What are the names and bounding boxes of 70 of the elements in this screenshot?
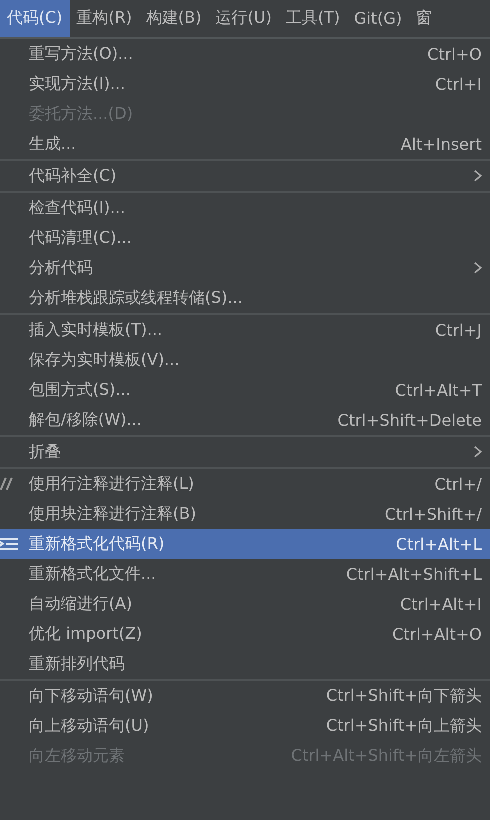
menu-item[interactable]: 向上移动语句(U) Ctrl+Shift+向上箭头 bbox=[0, 711, 490, 741]
comment-slashes-icon bbox=[0, 477, 16, 491]
shortcut-text: Ctrl+Shift+向上箭头 bbox=[326, 716, 482, 736]
menu-bar-item[interactable]: Git(G) bbox=[347, 0, 410, 37]
menu-item-label: 重新格式化代码(R) bbox=[29, 534, 166, 554]
shortcut-text: Ctrl+Alt+Shift+L bbox=[346, 564, 482, 584]
menu-item[interactable]: 插入实时模板(T)... Ctrl+J bbox=[0, 315, 490, 345]
menu-item-label: 折叠 bbox=[29, 442, 62, 462]
chevron-right-icon bbox=[474, 446, 482, 458]
shortcut-text: Ctrl+I bbox=[435, 74, 482, 94]
menu-bar-item[interactable]: 构建(B) bbox=[139, 0, 209, 37]
menu-item[interactable]: 代码清理(C)... bbox=[0, 223, 490, 253]
menu-item-label: 重写方法(O)... bbox=[29, 44, 134, 64]
menu-bar-item[interactable]: 工具(T) bbox=[278, 0, 348, 37]
menu-item[interactable]: 代码补全(C) bbox=[0, 161, 490, 191]
menu-item[interactable]: 实现方法(I)... Ctrl+I bbox=[0, 69, 490, 99]
chevron-right-icon bbox=[474, 262, 482, 274]
menu-item[interactable]: 向下移动语句(W) Ctrl+Shift+向下箭头 bbox=[0, 681, 490, 711]
menu-bar-item[interactable]: 重构(R) bbox=[70, 0, 140, 37]
menu-item[interactable]: 分析堆栈跟踪或线程转储(S)... bbox=[0, 283, 490, 313]
menu-item[interactable]: 重新排列代码 bbox=[0, 649, 490, 679]
shortcut-text: Ctrl+Alt+I bbox=[400, 594, 482, 614]
align-lines-icon bbox=[0, 537, 18, 551]
menu-item-label: 检查代码(I)... bbox=[29, 198, 126, 218]
menu-item-label: 生成... bbox=[29, 134, 78, 154]
menu-item-label: 分析代码 bbox=[29, 258, 94, 278]
menu-bar-item[interactable]: 代码(C) bbox=[0, 0, 70, 37]
menu-item[interactable]: 使用块注释进行注释(B) Ctrl+Shift+/ bbox=[0, 499, 490, 529]
menu-item[interactable]: 检查代码(I)... bbox=[0, 193, 490, 223]
menu-bar-item[interactable]: 窗 bbox=[409, 0, 440, 37]
menu-item-label: 解包/移除(W)... bbox=[29, 410, 143, 430]
menu-bar-item[interactable]: 运行(U) bbox=[208, 0, 279, 37]
menu-item[interactable]: 使用行注释进行注释(L) Ctrl+/ bbox=[0, 469, 490, 499]
menu-item[interactable]: 生成... Alt+Insert bbox=[0, 129, 490, 159]
menu-item[interactable]: 保存为实时模板(V)... bbox=[0, 345, 490, 375]
menu-item-label: 使用块注释进行注释(B) bbox=[29, 504, 198, 524]
menu-item[interactable]: 优化 import(Z) Ctrl+Alt+O bbox=[0, 619, 490, 649]
chevron-right-icon bbox=[474, 170, 482, 182]
shortcut-text: Ctrl+Shift+/ bbox=[384, 504, 482, 524]
menu-item-label: 向上移动语句(U) bbox=[29, 716, 150, 736]
menu-item[interactable]: 分析代码 bbox=[0, 253, 490, 283]
shortcut-text: Ctrl+Alt+O bbox=[392, 624, 482, 644]
menu-item[interactable]: 重写方法(O)... Ctrl+O bbox=[0, 39, 490, 69]
menu-item[interactable]: 解包/移除(W)... Ctrl+Shift+Delete bbox=[0, 405, 490, 435]
menu-item[interactable]: 包围方式(S)... Ctrl+Alt+T bbox=[0, 375, 490, 405]
menu-item-label: 向下移动语句(W) bbox=[29, 686, 154, 706]
menu-item-label: 代码补全(C) bbox=[29, 166, 118, 186]
menu-item-label: 使用行注释进行注释(L) bbox=[29, 474, 196, 494]
menu-item-label: 自动缩进行(A) bbox=[29, 594, 134, 614]
shortcut-text: Ctrl+Shift+向下箭头 bbox=[326, 686, 482, 706]
shortcut-text: Ctrl+/ bbox=[434, 474, 482, 494]
menu-item-label: 插入实时模板(T)... bbox=[29, 320, 164, 340]
menu-item-label: 包围方式(S)... bbox=[29, 380, 132, 400]
shortcut-text: Ctrl+Alt+L bbox=[396, 534, 482, 554]
menu-item[interactable]: 折叠 bbox=[0, 437, 490, 467]
menu-item[interactable]: 自动缩进行(A) Ctrl+Alt+I bbox=[0, 589, 490, 619]
menu-item-label: 重新格式化文件... bbox=[29, 564, 158, 584]
menu-item[interactable]: 重新格式化代码(R) Ctrl+Alt+L bbox=[0, 529, 490, 559]
shortcut-text: Ctrl+Shift+Delete bbox=[338, 410, 482, 430]
menu-item-label: 重新排列代码 bbox=[29, 654, 126, 674]
menu-item-label: 实现方法(I)... bbox=[29, 74, 126, 94]
menu-item-label: 代码清理(C)... bbox=[29, 228, 133, 248]
menu-item-label: 保存为实时模板(V)... bbox=[29, 350, 181, 370]
shortcut-text: Ctrl+J bbox=[435, 320, 482, 340]
menu-item-label: 分析堆栈跟踪或线程转储(S)... bbox=[29, 288, 244, 308]
menu-item[interactable]: 重新格式化文件... Ctrl+Alt+Shift+L bbox=[0, 559, 490, 589]
menu-item-label: 优化 import(Z) bbox=[29, 624, 144, 644]
shortcut-text: Ctrl+Alt+T bbox=[395, 380, 482, 400]
shortcut-text: Alt+Insert bbox=[401, 134, 482, 154]
shortcut-text: Ctrl+O bbox=[428, 44, 482, 64]
